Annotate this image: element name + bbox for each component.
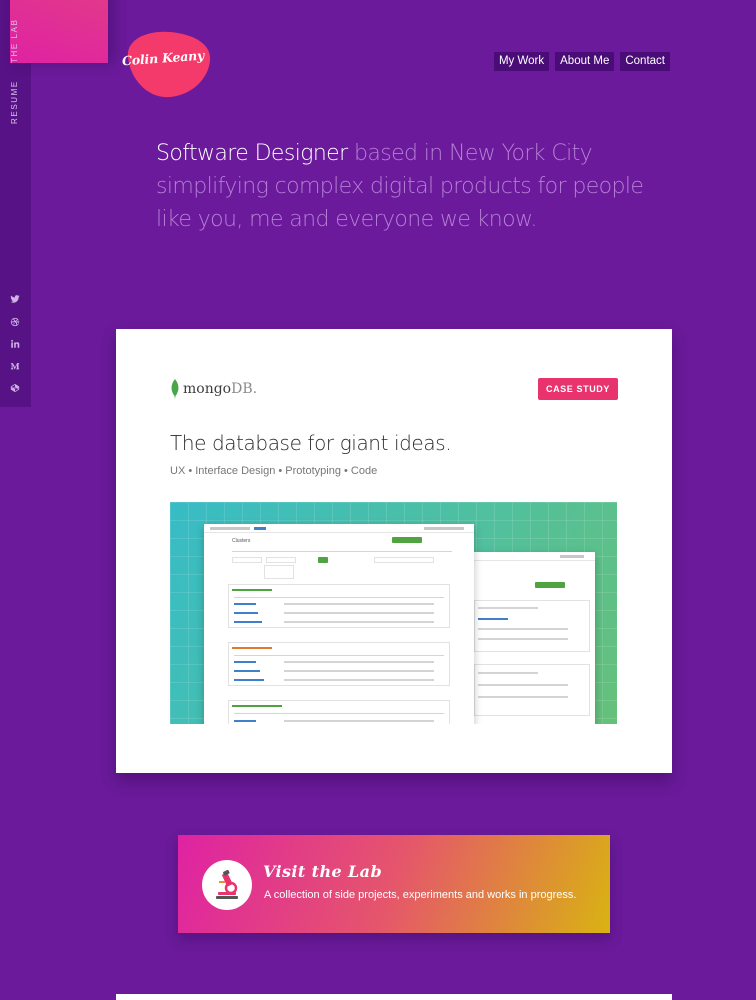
codepen-icon[interactable] [8, 381, 22, 395]
hero-line-3: like you, me and everyone we know. [156, 207, 537, 232]
mongodb-logo: mongoDB. [170, 379, 257, 399]
case-study-title: The database for giant ideas. [170, 431, 452, 455]
microscope-icon [202, 860, 252, 910]
preview-heading: Clusters [232, 538, 251, 544]
hero-location: based in New York City [347, 141, 593, 166]
hero-role: Software Designer [156, 141, 348, 166]
next-project-card[interactable] [116, 994, 672, 1000]
lab-subtitle: A collection of side projects, experimen… [264, 889, 577, 901]
medium-icon[interactable] [8, 359, 22, 373]
twitter-icon[interactable] [8, 292, 22, 306]
linkedin-icon[interactable] [8, 337, 22, 351]
rail-link-resume[interactable]: RESUME [10, 80, 19, 124]
case-study-preview-image: Clusters [170, 502, 617, 724]
visit-lab-banner[interactable]: Visit the Lab A collection of side proje… [178, 835, 610, 933]
site-logo[interactable]: Colin Keany [118, 27, 216, 99]
hero-line-2: simplifying complex digital products for… [156, 174, 644, 199]
brand-suffix: DB. [231, 381, 258, 397]
nav-about-me[interactable]: About Me [555, 52, 615, 71]
dribbble-icon[interactable] [8, 315, 22, 329]
case-study-badge[interactable]: CASE STUDY [537, 378, 618, 400]
lab-title: Visit the Lab [263, 862, 383, 881]
case-study-card[interactable]: mongoDB. CASE STUDY The database for gia… [116, 329, 672, 773]
leaf-icon [171, 379, 179, 399]
brand-main: mongo [183, 381, 232, 397]
main-nav: My Work About Me Contact [493, 52, 670, 71]
case-study-tags: UX • Interface Design • Prototyping • Co… [170, 465, 378, 477]
nav-contact[interactable]: Contact [620, 52, 670, 71]
rail-link-the-lab[interactable]: THE LAB [10, 0, 108, 63]
side-rail: THE LAB RESUME [0, 0, 108, 407]
nav-my-work[interactable]: My Work [493, 52, 550, 71]
preview-screen-front: Clusters [204, 524, 474, 724]
hero-statement: Software Designer based in New York City… [156, 137, 656, 236]
preview-screen-back [470, 552, 595, 724]
